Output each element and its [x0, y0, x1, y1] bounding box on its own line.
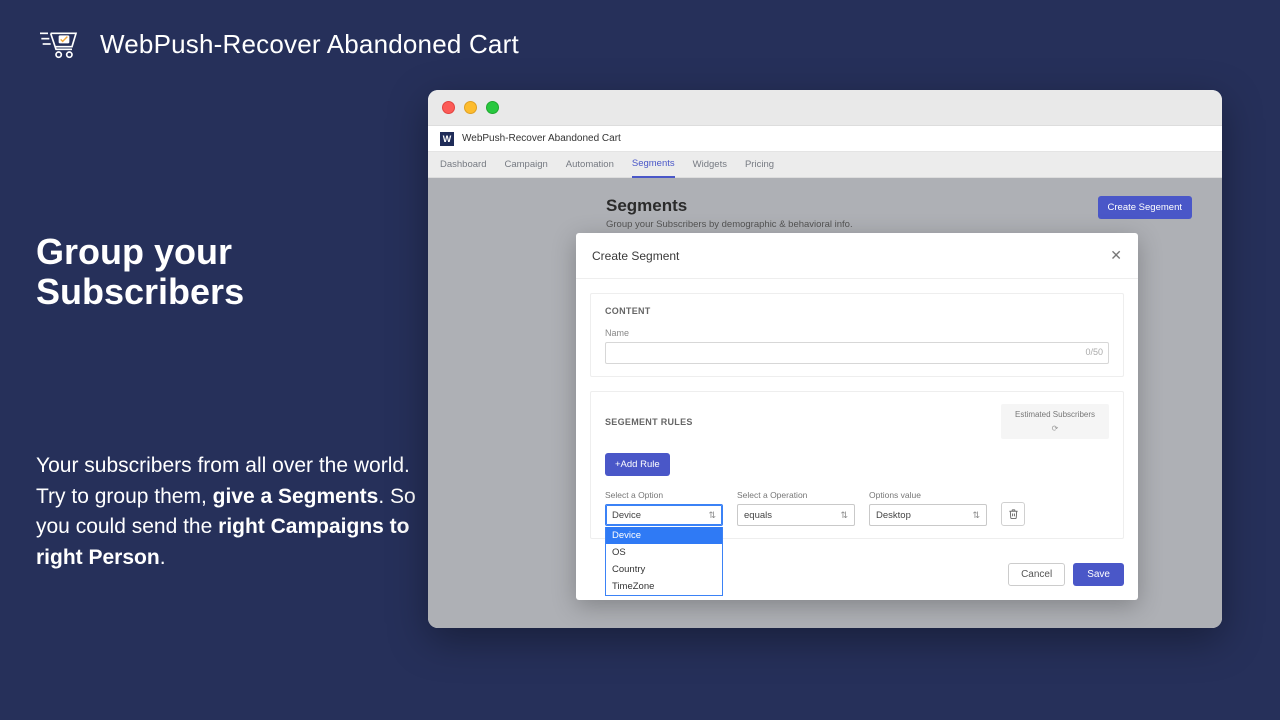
- operation-label: Select a Operation: [737, 490, 855, 500]
- modal-title: Create Segment: [592, 249, 679, 263]
- operation-select[interactable]: equals ⇅: [737, 504, 855, 526]
- chevron-updown-icon: ⇅: [972, 511, 980, 520]
- cart-logo-icon: [38, 28, 82, 60]
- dropdown-option-device[interactable]: Device: [606, 527, 722, 544]
- app-name: WebPush-Recover Abandoned Cart: [462, 133, 621, 144]
- create-segment-button[interactable]: Create Segement: [1098, 196, 1192, 219]
- brand-header: WebPush-Recover Abandoned Cart: [38, 28, 519, 60]
- estimated-subscribers-box: Estimated Subscribers ⟳: [1001, 404, 1109, 439]
- cancel-button[interactable]: Cancel: [1008, 563, 1065, 586]
- content-section-title: CONTENT: [605, 306, 1109, 316]
- mac-titlebar: [428, 90, 1222, 126]
- tab-widgets[interactable]: Widgets: [693, 152, 727, 177]
- app-body: Segments Group your Subscribers by demog…: [428, 178, 1222, 628]
- save-button[interactable]: Save: [1073, 563, 1124, 586]
- app-header: W WebPush-Recover Abandoned Cart: [428, 126, 1222, 152]
- rules-card: SEGEMENT RULES Estimated Subscribers ⟳ +…: [590, 391, 1124, 539]
- rule-row: Select a Option Device ⇅ Device OS Count…: [605, 490, 1109, 526]
- operation-select-value: equals: [744, 510, 772, 521]
- page-subtitle: Group your Subscribers by demographic & …: [606, 219, 853, 230]
- add-rule-button[interactable]: +Add Rule: [605, 453, 670, 476]
- segment-name-input[interactable]: [605, 342, 1109, 364]
- name-label: Name: [605, 328, 1109, 338]
- name-char-counter: 0/50: [1085, 347, 1103, 357]
- option-select-value: Device: [612, 510, 641, 521]
- dropdown-option-os[interactable]: OS: [606, 544, 722, 561]
- rules-section-title: SEGEMENT RULES: [605, 417, 693, 427]
- brand-title: WebPush-Recover Abandoned Cart: [100, 29, 519, 60]
- option-dropdown: Device OS Country TimeZone: [605, 527, 723, 596]
- content-card: CONTENT Name 0/50: [590, 293, 1124, 377]
- page-title: Segments: [606, 196, 853, 216]
- loading-spinner-icon: ⟳: [1011, 424, 1099, 433]
- body-text: Your subscribers from all over the world…: [36, 451, 426, 573]
- trash-icon: [1008, 508, 1019, 520]
- tab-campaign[interactable]: Campaign: [504, 152, 547, 177]
- dropdown-option-country[interactable]: Country: [606, 561, 722, 578]
- create-segment-modal: Create Segment ✕ CONTENT Name 0/50 SEGEM…: [576, 233, 1138, 600]
- mac-window: W WebPush-Recover Abandoned Cart Dashboa…: [428, 90, 1222, 628]
- minimize-icon[interactable]: [464, 101, 477, 114]
- dropdown-option-timezone[interactable]: TimeZone: [606, 578, 722, 595]
- tab-pricing[interactable]: Pricing: [745, 152, 774, 177]
- app-nav: Dashboard Campaign Automation Segments W…: [428, 152, 1222, 178]
- chevron-updown-icon: ⇅: [708, 511, 716, 520]
- segments-header: Segments Group your Subscribers by demog…: [606, 196, 1192, 230]
- option-label: Select a Option: [605, 490, 723, 500]
- tab-dashboard[interactable]: Dashboard: [440, 152, 486, 177]
- modal-header: Create Segment ✕: [576, 233, 1138, 279]
- chevron-updown-icon: ⇅: [840, 511, 848, 520]
- value-select[interactable]: Desktop ⇅: [869, 504, 987, 526]
- tab-automation[interactable]: Automation: [566, 152, 614, 177]
- tab-segments[interactable]: Segments: [632, 151, 675, 178]
- maximize-icon[interactable]: [486, 101, 499, 114]
- value-select-value: Desktop: [876, 510, 911, 521]
- marketing-copy: Group your Subscribers Your subscribers …: [36, 232, 426, 573]
- close-icon[interactable]: [442, 101, 455, 114]
- headline: Group your Subscribers: [36, 232, 426, 311]
- estimated-label: Estimated Subscribers: [1011, 410, 1099, 419]
- value-label: Options value: [869, 490, 987, 500]
- option-select[interactable]: Device ⇅ Device OS Country TimeZone: [605, 504, 723, 526]
- close-icon[interactable]: ✕: [1110, 247, 1122, 264]
- delete-rule-button[interactable]: [1001, 502, 1025, 526]
- app-logo-icon: W: [440, 132, 454, 146]
